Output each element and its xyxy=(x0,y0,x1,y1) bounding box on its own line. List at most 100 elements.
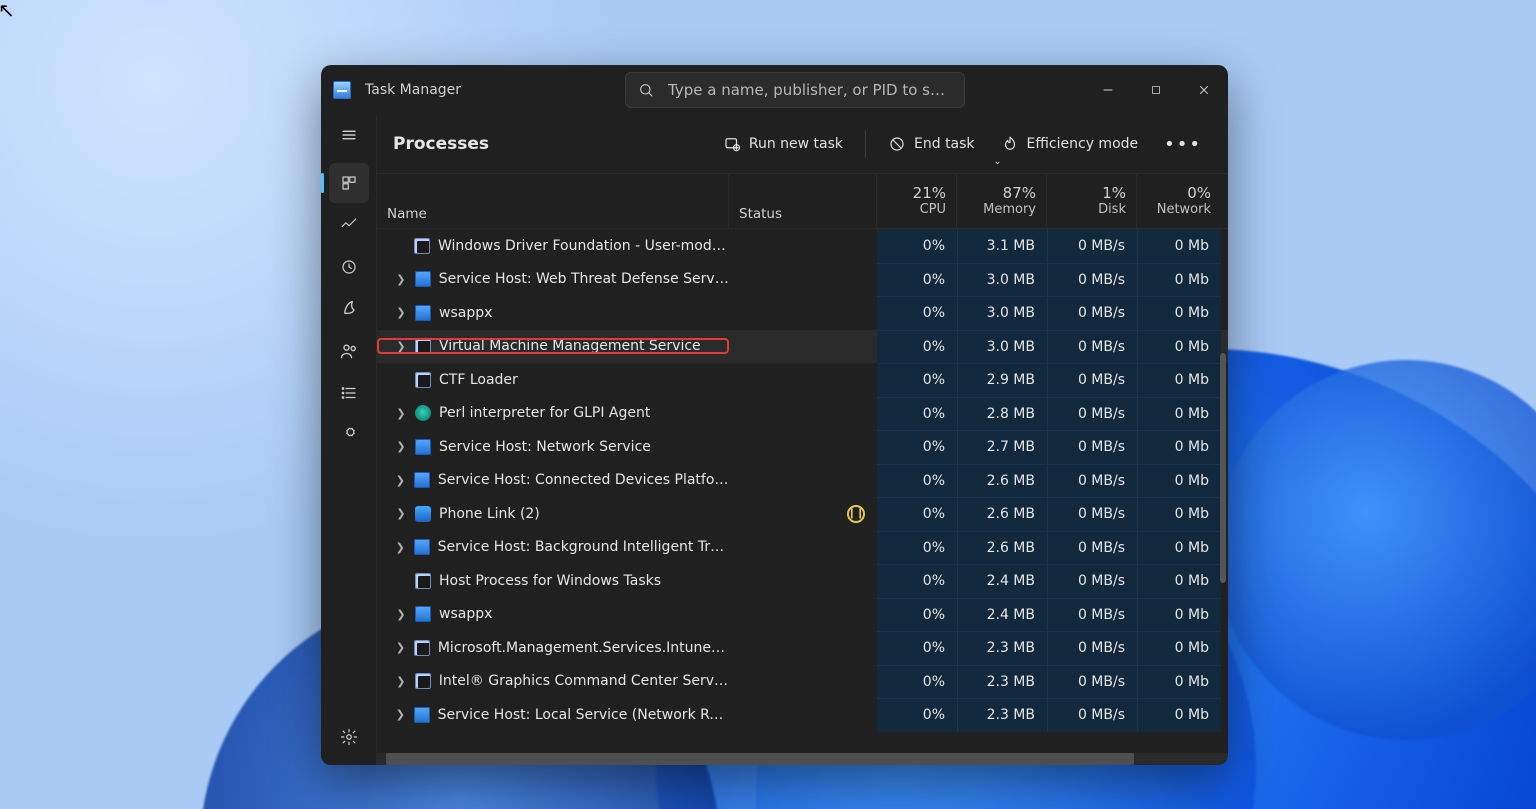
table-row[interactable]: ❯Intel® Graphics Command Center Service 0… xyxy=(377,665,1228,699)
expand-icon[interactable]: ❯ xyxy=(395,541,406,554)
cell-name[interactable]: ❯Service Host: Network Service xyxy=(377,439,729,455)
process-icon xyxy=(415,338,431,354)
run-new-task-label: Run new task xyxy=(749,136,843,152)
cell-disk: 0 MB/s xyxy=(1047,497,1137,531)
expand-icon[interactable]: ❯ xyxy=(395,340,407,353)
cell-name[interactable]: ❯Service Host: Local Service (Network Re… xyxy=(377,707,729,723)
cell-cpu: 0% xyxy=(877,665,957,699)
maximize-button[interactable] xyxy=(1132,65,1180,115)
horizontal-scrollbar-thumb[interactable] xyxy=(386,753,1135,765)
table-row[interactable]: ❯Host Process for Windows Tasks0%2.4 MB0… xyxy=(377,564,1228,598)
cell-disk: 0 MB/s xyxy=(1047,464,1137,498)
nav-services[interactable] xyxy=(329,415,369,455)
table-row[interactable]: ❯Service Host: Background Intelligent Tr… xyxy=(377,531,1228,565)
cell-name[interactable]: ❯Windows Driver Foundation - User-mode D… xyxy=(377,238,729,254)
table-row[interactable]: ❯Service Host: Network Service0%2.7 MB0 … xyxy=(377,430,1228,464)
search-input[interactable]: Type a name, publisher, or PID to s… xyxy=(625,72,965,108)
cell-name[interactable]: ❯Host Process for Windows Tasks xyxy=(377,573,729,589)
cell-name[interactable]: ❯wsappx xyxy=(377,305,729,321)
nav-performance[interactable] xyxy=(329,205,369,245)
table-row[interactable]: ❯wsappx0%2.4 MB0 MB/s0 Mb xyxy=(377,598,1228,632)
cell-network: 0 Mb xyxy=(1137,229,1221,263)
expand-icon[interactable]: ❯ xyxy=(395,507,407,520)
titlebar[interactable]: Task Manager Type a name, publisher, or … xyxy=(321,65,1228,115)
cell-memory: 3.0 MB xyxy=(957,296,1047,330)
efficiency-mode-button[interactable]: Efficiency mode xyxy=(991,127,1149,161)
expand-icon[interactable]: ❯ xyxy=(395,474,406,487)
col-memory[interactable]: ⌄ 87%Memory xyxy=(957,174,1047,228)
col-cpu[interactable]: 21%CPU xyxy=(877,174,957,228)
cell-cpu: 0% xyxy=(877,698,957,732)
table-row[interactable]: ❯Perl interpreter for GLPI Agent0%2.8 MB… xyxy=(377,397,1228,431)
cell-memory: 2.6 MB xyxy=(957,464,1047,498)
cell-network: 0 Mb xyxy=(1137,665,1221,699)
nav-users[interactable] xyxy=(329,331,369,371)
cell-network: 0 Mb xyxy=(1137,330,1221,364)
cell-disk: 0 MB/s xyxy=(1047,229,1137,263)
expand-icon[interactable]: ❯ xyxy=(395,675,407,688)
cell-name[interactable]: ❯CTF Loader xyxy=(377,372,729,388)
search-placeholder: Type a name, publisher, or PID to s… xyxy=(668,81,945,99)
expand-icon[interactable]: ❯ xyxy=(395,608,407,621)
table-row[interactable]: ❯CTF Loader0%2.9 MB0 MB/s0 Mb xyxy=(377,363,1228,397)
process-icon xyxy=(415,573,431,589)
cell-name[interactable]: ❯wsappx xyxy=(377,606,729,622)
minimize-button[interactable] xyxy=(1084,65,1132,115)
nav-app-history[interactable] xyxy=(329,247,369,287)
table-row[interactable]: ❯Service Host: Web Threat Defense Servic… xyxy=(377,263,1228,297)
nav-processes[interactable] xyxy=(329,163,369,203)
cell-memory: 2.4 MB xyxy=(957,598,1047,632)
col-status[interactable]: Status xyxy=(729,174,877,228)
users-icon xyxy=(339,341,359,361)
expand-icon[interactable]: ❯ xyxy=(395,708,406,721)
horizontal-scrollbar[interactable] xyxy=(377,753,1228,765)
col-network[interactable]: 0%Network xyxy=(1137,174,1221,228)
more-button[interactable]: ••• xyxy=(1154,130,1212,159)
col-disk[interactable]: 1%Disk xyxy=(1047,174,1137,228)
hamburger-button[interactable] xyxy=(329,117,369,153)
nav-startup[interactable] xyxy=(329,289,369,329)
vertical-scrollbar-thumb[interactable] xyxy=(1220,353,1226,583)
cell-name[interactable]: ❯Perl interpreter for GLPI Agent xyxy=(377,405,729,421)
cell-disk: 0 MB/s xyxy=(1047,631,1137,665)
expand-icon[interactable]: ❯ xyxy=(395,306,407,319)
expand-icon[interactable]: ❯ xyxy=(395,440,407,453)
cell-name[interactable]: ❯Microsoft.Management.Services.IntuneWin… xyxy=(377,640,729,656)
cell-name[interactable]: ❯Virtual Machine Management Service xyxy=(377,338,729,354)
nav-settings[interactable] xyxy=(329,717,369,757)
cell-memory: 2.9 MB xyxy=(957,363,1047,397)
table-row[interactable]: ❯Virtual Machine Management Service0%3.0… xyxy=(377,330,1228,364)
cell-name[interactable]: ❯Service Host: Background Intelligent Tr… xyxy=(377,539,729,555)
cell-disk: 0 MB/s xyxy=(1047,665,1137,699)
table-row[interactable]: ❯Service Host: Local Service (Network Re… xyxy=(377,698,1228,732)
settings-icon xyxy=(340,728,358,746)
cell-name[interactable]: ❯Phone Link (2) xyxy=(377,506,729,522)
end-task-button[interactable]: End task xyxy=(878,127,985,161)
table-row[interactable]: ❯wsappx0%3.0 MB0 MB/s0 Mb xyxy=(377,296,1228,330)
cell-name[interactable]: ❯Intel® Graphics Command Center Service xyxy=(377,673,729,689)
end-task-icon xyxy=(888,135,906,153)
run-new-task-icon xyxy=(723,135,741,153)
cell-name[interactable]: ❯Service Host: Web Threat Defense Servic… xyxy=(377,271,729,287)
table-row[interactable]: ❯Windows Driver Foundation - User-mode D… xyxy=(377,229,1228,263)
cell-cpu: 0% xyxy=(877,598,957,632)
table-row[interactable]: ❯Phone Link (2)❙❙0%2.6 MB0 MB/s0 Mb xyxy=(377,497,1228,531)
nav-details[interactable] xyxy=(329,373,369,413)
process-icon xyxy=(415,405,431,421)
cell-cpu: 0% xyxy=(877,229,957,263)
processes-icon xyxy=(340,174,358,192)
toolbar-separator xyxy=(865,130,866,158)
cell-network: 0 Mb xyxy=(1137,598,1221,632)
table-row[interactable]: ❯Microsoft.Management.Services.IntuneWin… xyxy=(377,631,1228,665)
col-name[interactable]: Name xyxy=(377,174,729,228)
cell-name[interactable]: ❯Service Host: Connected Devices Platfor… xyxy=(377,472,729,488)
table-row[interactable]: ❯Service Host: Connected Devices Platfor… xyxy=(377,464,1228,498)
app-title: Task Manager xyxy=(365,82,461,98)
expand-icon[interactable]: ❯ xyxy=(395,407,407,420)
cell-memory: 3.1 MB xyxy=(957,229,1047,263)
expand-icon[interactable]: ❯ xyxy=(395,273,407,286)
close-button[interactable] xyxy=(1180,65,1228,115)
run-new-task-button[interactable]: Run new task xyxy=(713,127,853,161)
expand-icon[interactable]: ❯ xyxy=(395,641,406,654)
cell-memory: 2.6 MB xyxy=(957,497,1047,531)
